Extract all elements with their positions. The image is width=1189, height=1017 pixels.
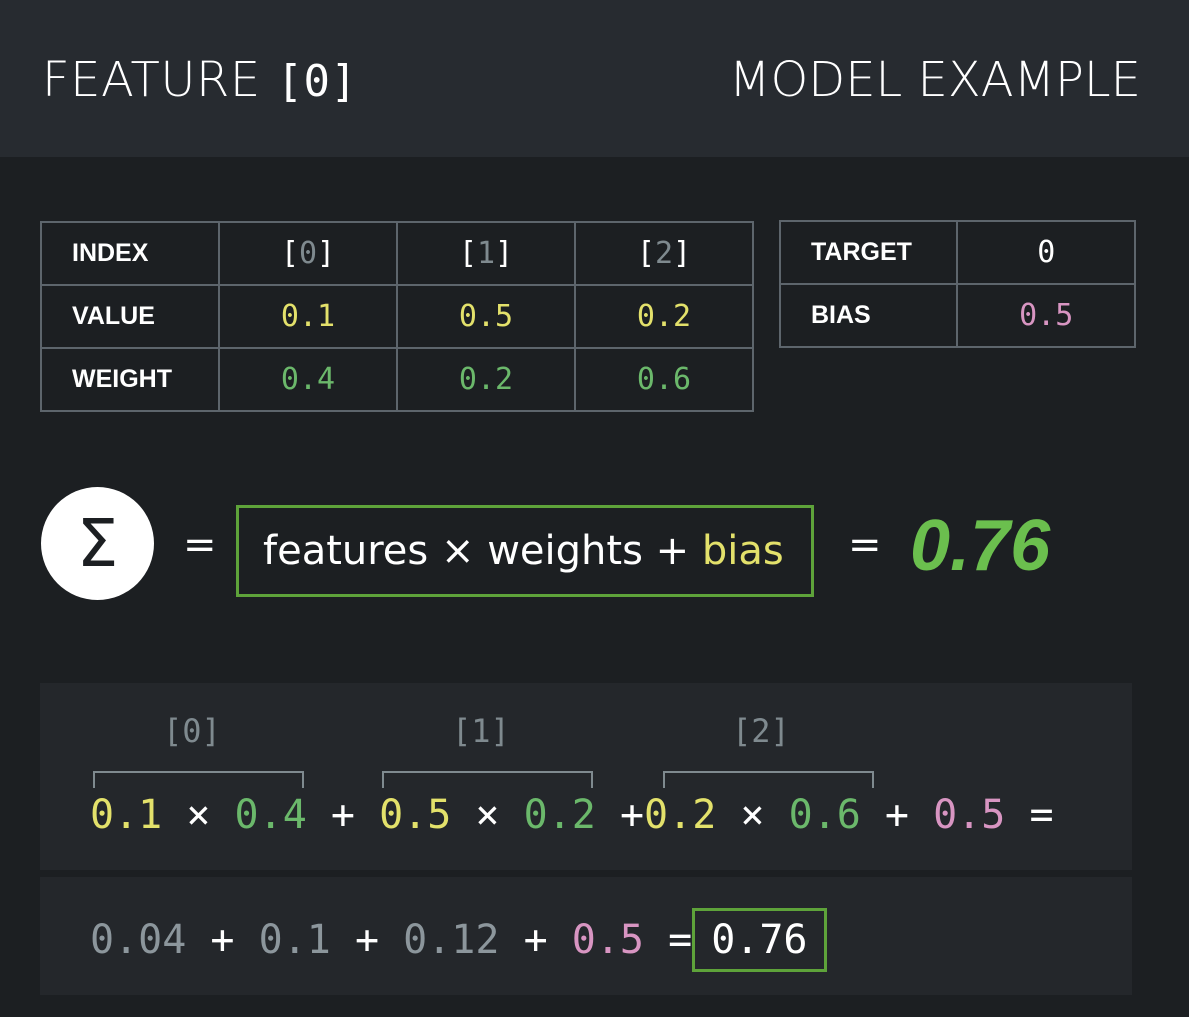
value-cell-1: 0.5: [396, 284, 576, 349]
target-value: 0: [956, 220, 1136, 285]
weight-cell-0: 0.4: [218, 347, 398, 412]
term-bracket-0: [93, 771, 304, 788]
product-1: 0.1: [258, 917, 331, 963]
term-index-0: [0]: [163, 712, 221, 750]
term-weight-0: 0.4: [234, 792, 307, 838]
term-bracket-1: [382, 771, 593, 788]
product-bias: 0.5: [571, 917, 644, 963]
weight-label: WEIGHT: [40, 347, 220, 412]
bias-label: BIAS: [778, 283, 959, 348]
weight-cell-1: 0.2: [396, 347, 576, 412]
target-row: TARGET 0: [778, 220, 1136, 285]
term-bias: 0.5: [933, 792, 1006, 838]
plus-sign: +: [619, 792, 645, 838]
value-cell-0: 0.1: [218, 284, 398, 349]
feature-heading: FEATURE [0]: [42, 52, 357, 108]
weight-row: WEIGHT 0.4 0.2 0.6: [40, 347, 754, 412]
target-table: TARGET 0 BIAS 0.5: [778, 220, 1136, 348]
value-row: VALUE 0.1 0.5 0.2: [40, 284, 754, 349]
bias-value: 0.5: [956, 283, 1136, 348]
value-label: VALUE: [40, 284, 220, 349]
term-index-2: [2]: [732, 712, 790, 750]
plus-sign: +: [330, 792, 355, 838]
term-index-1: [1]: [452, 712, 510, 750]
formula-equals-2: =: [848, 522, 882, 568]
equals-sign: =: [1029, 792, 1054, 838]
final-result-box: 0.76: [692, 908, 827, 972]
term-weight-2: 0.6: [788, 792, 861, 838]
equals-sign: =: [668, 917, 693, 963]
header-bar: FEATURE [0] MODEL EXAMPLE: [0, 0, 1189, 157]
feature-label: FEATURE: [42, 52, 261, 108]
plus-sign: +: [884, 792, 909, 838]
products-expression: 0.04 + 0.1 + 0.12 + 0.5 = 0.76: [90, 908, 827, 972]
product-0: 0.04: [90, 917, 187, 963]
term-bracket-2: [663, 771, 874, 788]
sigma-symbol: Σ: [76, 505, 119, 582]
target-label: TARGET: [778, 220, 959, 285]
feature-index: [0]: [276, 56, 358, 107]
term-value-1: 0.5: [379, 792, 452, 838]
times-sign: ×: [475, 792, 500, 838]
times-sign: ×: [186, 792, 211, 838]
bias-row: BIAS 0.5: [778, 283, 1136, 348]
model-example-title: MODEL EXAMPLE: [729, 52, 1141, 108]
expansion-expression: 0.1 × 0.4 + 0.5 × 0.2 +0.2 × 0.6 + 0.5 =: [90, 792, 1054, 838]
times-sign: ×: [740, 792, 765, 838]
term-value-2: 0.2: [644, 792, 717, 838]
formula-bias: bias: [701, 528, 784, 574]
index-row: INDEX [0] [1] [2]: [40, 221, 754, 286]
plus-sign: +: [210, 917, 235, 963]
index-cell-0: [0]: [218, 221, 398, 286]
final-result: 0.76: [711, 917, 808, 963]
formula-equals-1: =: [183, 522, 217, 568]
term-value-0: 0.1: [90, 792, 163, 838]
weight-cell-2: 0.6: [574, 347, 754, 412]
value-cell-2: 0.2: [574, 284, 754, 349]
formula-box: features × weights + bias: [236, 505, 814, 597]
product-2: 0.12: [403, 917, 500, 963]
plus-sign: +: [354, 917, 380, 963]
feature-table: INDEX [0] [1] [2] VALUE 0.1 0.5 0.2 WEIG…: [40, 221, 754, 412]
sigma-icon: Σ: [41, 487, 154, 600]
formula-text: features × weights +: [263, 528, 702, 574]
formula-result: 0.76: [910, 506, 1051, 586]
plus-sign: +: [523, 917, 548, 963]
index-cell-2: [2]: [574, 221, 754, 286]
term-weight-1: 0.2: [523, 792, 596, 838]
index-label: INDEX: [40, 221, 220, 286]
index-cell-1: [1]: [396, 221, 576, 286]
